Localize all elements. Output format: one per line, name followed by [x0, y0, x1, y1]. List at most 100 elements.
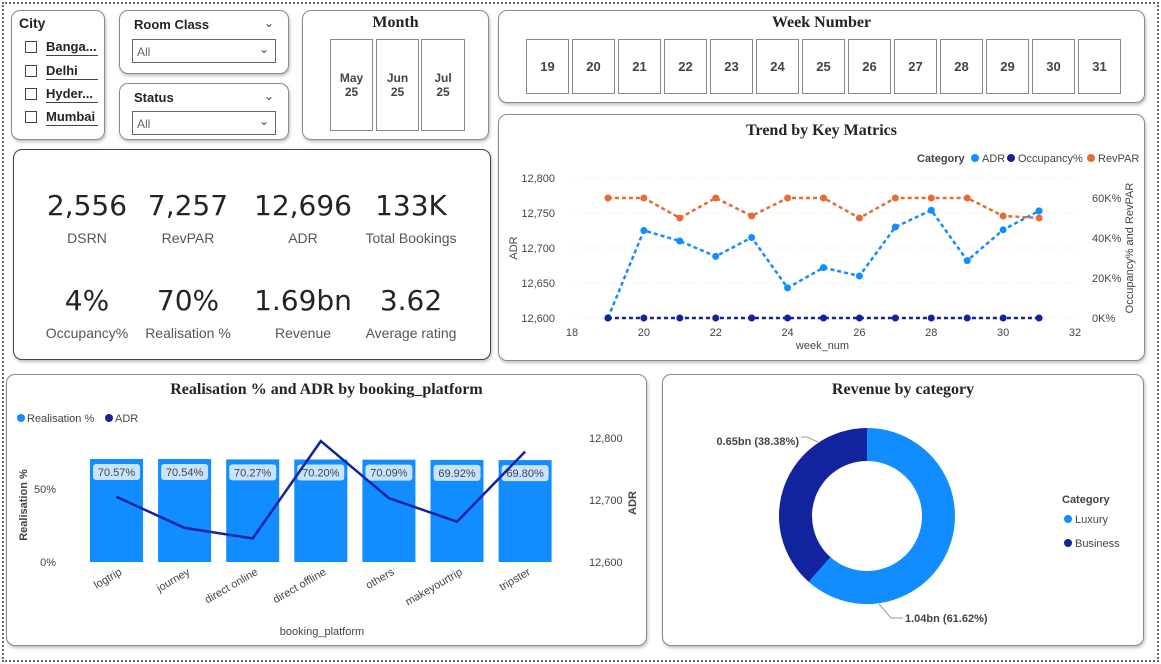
data-point[interactable] [640, 314, 648, 322]
room-class-dropdown[interactable]: All ⌄ [132, 39, 276, 63]
data-point[interactable] [999, 314, 1007, 322]
data-point[interactable] [820, 314, 827, 322]
data-point[interactable] [999, 226, 1007, 234]
y2-tick-label: 12,600 [589, 557, 623, 569]
room-class-title: Room Class [134, 17, 210, 32]
week-tile[interactable]: 20 [572, 39, 615, 94]
chevron-down-icon[interactable]: ⌄ [264, 89, 274, 103]
donut-slice[interactable] [779, 428, 867, 582]
data-point[interactable] [1035, 207, 1043, 215]
data-point[interactable] [927, 206, 935, 214]
city-option-label: Mumbai [46, 108, 98, 126]
checkbox[interactable] [25, 88, 37, 100]
legend-marker [17, 414, 25, 422]
city-option-label: Hyder... [46, 85, 98, 103]
room-class-value: All [137, 45, 151, 59]
city-option[interactable]: Mumbai [25, 107, 98, 127]
week-tile[interactable]: 19 [526, 39, 569, 94]
data-point[interactable] [784, 314, 792, 322]
checkbox[interactable] [25, 111, 37, 123]
week-tile[interactable]: 22 [664, 39, 707, 94]
data-point[interactable] [748, 314, 756, 322]
week-tile[interactable]: 29 [986, 39, 1029, 94]
legend-entry[interactable]: RevPAR [1098, 153, 1139, 165]
legend-title: Category [1062, 494, 1111, 506]
data-point[interactable] [963, 194, 971, 202]
checkbox[interactable] [25, 41, 37, 53]
data-point[interactable] [927, 314, 935, 322]
data-point[interactable] [820, 194, 827, 202]
week-tile[interactable]: 28 [940, 39, 983, 94]
data-point[interactable] [820, 264, 827, 272]
legend-entry[interactable]: Luxury [1075, 514, 1109, 526]
data-point[interactable] [999, 212, 1007, 220]
legend-title: Category [917, 153, 966, 165]
week-tile[interactable]: 30 [1032, 39, 1075, 94]
data-point[interactable] [784, 194, 792, 202]
legend-marker [1064, 539, 1072, 547]
week-tile[interactable]: 25 [802, 39, 845, 94]
data-point[interactable] [712, 314, 720, 322]
data-point[interactable] [963, 314, 971, 322]
x-tick-label: 22 [710, 327, 722, 339]
data-point[interactable] [963, 257, 971, 265]
y2-tick-label: 20K% [1092, 273, 1122, 285]
x-tick-label: journey [154, 566, 193, 595]
data-point[interactable] [1035, 214, 1043, 222]
data-point[interactable] [604, 194, 612, 202]
month-tile[interactable]: Jun 25 [376, 39, 419, 131]
data-point[interactable] [712, 194, 720, 202]
week-tile[interactable]: 23 [710, 39, 753, 94]
legend-entry[interactable]: Occupancy% [1018, 153, 1083, 165]
data-point[interactable] [891, 314, 899, 322]
week-tile[interactable]: 26 [848, 39, 891, 94]
data-point[interactable] [855, 272, 863, 280]
data-point[interactable] [640, 194, 648, 202]
data-point[interactable] [1035, 314, 1043, 322]
city-option[interactable]: Hyder... [25, 84, 98, 104]
city-option[interactable]: Banga... [25, 37, 98, 57]
data-point[interactable] [855, 214, 863, 222]
legend-entry[interactable]: ADR [982, 153, 1005, 165]
legend-entry[interactable]: ADR [115, 413, 138, 425]
city-option[interactable]: Delhi [25, 61, 98, 81]
y2-tick-label: 0K% [1092, 313, 1115, 325]
chevron-down-icon: ⌄ [258, 114, 269, 128]
data-point[interactable] [676, 314, 684, 322]
week-tile[interactable]: 27 [894, 39, 937, 94]
kpi-card: 2,556 DSRN 7,257 RevPAR 12,696 ADR 133K Total B… [13, 149, 491, 360]
checkbox[interactable] [25, 65, 37, 77]
data-point[interactable] [604, 314, 612, 322]
data-point[interactable] [891, 194, 899, 202]
x-axis-label: week_num [795, 340, 849, 352]
data-point[interactable] [712, 252, 720, 260]
data-point[interactable] [891, 223, 899, 231]
month-tile[interactable]: May 25 [330, 39, 373, 131]
data-point[interactable] [748, 212, 756, 220]
city-option-label: Banga... [46, 39, 98, 56]
legend-marker [1007, 154, 1015, 162]
data-label: 69.80% [506, 468, 544, 480]
status-dropdown[interactable]: All ⌄ [132, 111, 276, 135]
data-point[interactable] [748, 234, 756, 241]
city-option-label: Delhi [46, 62, 98, 80]
legend-entry[interactable]: Business [1075, 538, 1120, 550]
data-point[interactable] [927, 194, 935, 202]
kpi-value: 7,257 [147, 189, 229, 222]
month-tile[interactable]: Jul 25 [421, 39, 465, 131]
chevron-down-icon[interactable]: ⌄ [264, 16, 274, 30]
month-name: Jun [386, 71, 409, 85]
x-tick-label: 20 [638, 327, 650, 339]
kpi-value: 133K [375, 189, 447, 222]
data-point[interactable] [784, 284, 792, 292]
data-point[interactable] [640, 227, 648, 234]
data-point[interactable] [676, 214, 684, 222]
week-tile[interactable]: 21 [618, 39, 661, 94]
status-title: Status [134, 90, 174, 105]
week-tile[interactable]: 24 [756, 39, 799, 94]
data-point[interactable] [855, 314, 863, 322]
data-point[interactable] [676, 237, 684, 245]
legend-entry[interactable]: Realisation % [27, 413, 94, 425]
week-tile[interactable]: 31 [1078, 39, 1121, 94]
y-tick-label: 12,700 [521, 243, 555, 255]
